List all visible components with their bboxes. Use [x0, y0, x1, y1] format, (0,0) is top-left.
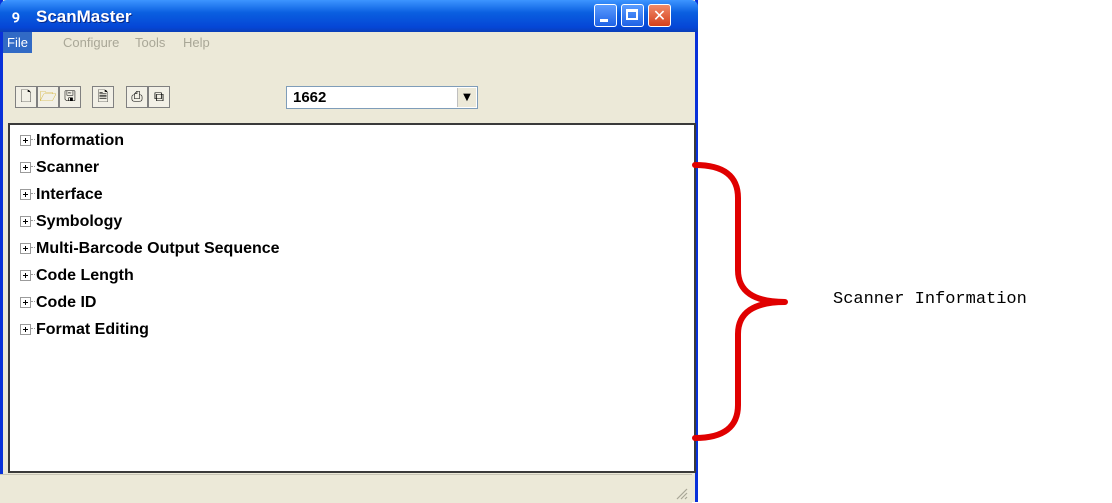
toolbar: 🗋 🗁 🖫 🗎 ⎙ ⧉ 1662 ▼ — [3, 53, 695, 119]
copy-icon: ⧉ — [154, 89, 164, 105]
tree-item-label: Format Editing — [36, 321, 149, 338]
save-icon: 🖫 — [64, 89, 76, 105]
new-icon: 🗋 — [20, 89, 32, 105]
tree-connector — [31, 166, 35, 167]
print-button[interactable]: ⎙ — [126, 86, 148, 108]
expand-icon[interactable] — [20, 162, 31, 173]
menu-bar: File Configure Tools Help — [3, 32, 695, 54]
close-icon: ✕ — [652, 6, 667, 25]
title-bar[interactable]: ꝰ ScanMaster ✕ — [0, 0, 698, 32]
tree-item-label: Symbology — [36, 213, 123, 230]
tree-item-label: Code ID — [36, 294, 97, 311]
annotation-label: Scanner Information — [833, 290, 1027, 309]
open-icon: 🗁 — [39, 89, 57, 105]
tree-item-label: Multi-Barcode Output Sequence — [36, 240, 280, 257]
open-button[interactable]: 🗁 — [37, 86, 59, 108]
expand-icon[interactable] — [20, 216, 31, 227]
minimize-icon — [600, 19, 608, 22]
close-button[interactable]: ✕ — [648, 4, 671, 27]
chevron-down-icon[interactable]: ▼ — [457, 88, 476, 107]
tree-connector — [31, 247, 35, 248]
expand-icon[interactable] — [20, 135, 31, 146]
window-title: ScanMaster — [36, 7, 132, 26]
tree-connector — [31, 220, 35, 221]
properties-button[interactable]: 🗎 — [92, 86, 114, 108]
copy-button[interactable]: ⧉ — [148, 86, 170, 108]
tree-connector — [31, 301, 35, 302]
menu-configure[interactable]: Configure — [59, 32, 123, 53]
minimize-button[interactable] — [594, 4, 617, 27]
menu-file[interactable]: File — [3, 32, 32, 53]
model-select-value: 1662 — [293, 89, 327, 106]
tree-connector — [31, 139, 35, 140]
expand-icon[interactable] — [20, 270, 31, 281]
tree-item-label: Information — [36, 132, 124, 149]
scanner-icon: ꝰ — [12, 6, 20, 30]
annotation-brace — [692, 162, 788, 441]
tree-item-label: Code Length — [36, 267, 134, 284]
status-bar — [0, 474, 692, 503]
save-button[interactable]: 🖫 — [59, 86, 81, 108]
resize-grip-icon[interactable] — [674, 486, 688, 500]
tree-connector — [31, 274, 35, 275]
expand-icon[interactable] — [20, 189, 31, 200]
settings-tree[interactable]: Information Scanner Interface Symbology … — [8, 123, 696, 473]
properties-icon: 🗎 — [97, 89, 109, 105]
expand-icon[interactable] — [20, 243, 31, 254]
tree-item-label: Interface — [36, 186, 103, 203]
tree-item-label: Scanner — [36, 159, 100, 176]
new-button[interactable]: 🗋 — [15, 86, 37, 108]
tree-connector — [31, 328, 35, 329]
tree-connector — [31, 193, 35, 194]
menu-tools[interactable]: Tools — [131, 32, 169, 53]
menu-help[interactable]: Help — [179, 32, 214, 53]
expand-icon[interactable] — [20, 324, 31, 335]
maximize-icon — [626, 9, 638, 20]
expand-icon[interactable] — [20, 297, 31, 308]
print-icon: ⎙ — [131, 89, 143, 105]
maximize-button[interactable] — [621, 4, 644, 27]
model-select[interactable]: 1662 ▼ — [286, 86, 478, 109]
